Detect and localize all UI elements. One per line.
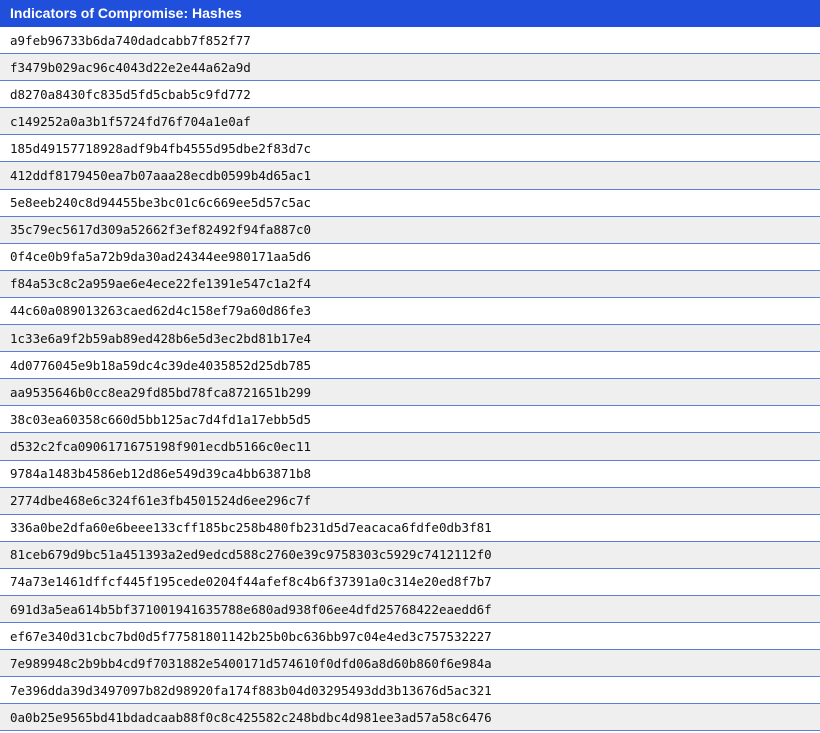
hash-value: ef67e340d31cbc7bd0d5f77581801142b25b0bc6… xyxy=(10,628,492,644)
panel-title: Indicators of Compromise: Hashes xyxy=(0,0,820,27)
list-item: 44c60a089013263caed62d4c158ef79a60d86fe3 xyxy=(0,297,820,326)
hash-value: 74a73e1461dffcf445f195cede0204f44afef8c4… xyxy=(10,574,492,590)
list-item: 691d3a5ea614b5bf371001941635788e680ad938… xyxy=(0,595,820,624)
list-item: a9feb96733b6da740dadcabb7f852f77 xyxy=(0,27,820,55)
hash-value: d8270a8430fc835d5fd5cbab5c9fd772 xyxy=(10,86,251,102)
list-item: f3479b029ac96c4043d22e2e44a62a9d xyxy=(0,54,820,82)
hash-value: 0a0b25e9565bd41bdadcaab88f0c8c425582c248… xyxy=(10,709,492,725)
hash-list: a9feb96733b6da740dadcabb7f852f77 f3479b02… xyxy=(0,27,820,732)
list-item: 1c33e6a9f2b59ab89ed428b6e5d3ec2bd81b17e4 xyxy=(0,325,820,353)
list-item: 7e396dda39d3497097b82d98920fa174f883b04d… xyxy=(0,677,820,705)
list-item: 2774dbe468e6c324f61e3fb4501524d6ee296c7f xyxy=(0,487,820,515)
list-item: ef67e340d31cbc7bd0d5f77581801142b25b0bc6… xyxy=(0,623,820,651)
list-item: 74a73e1461dffcf445f195cede0204f44afef8c4… xyxy=(0,568,820,596)
list-item: aa9535646b0cc8ea29fd85bd78fca8721651b299 xyxy=(0,379,820,407)
list-item: 336a0be2dfa60e6beee133cff185bc258b480fb2… xyxy=(0,514,820,542)
list-item: 9784a1483b4586eb12d86e549d39ca4bb63871b8 xyxy=(0,460,820,488)
list-item: 0f4ce0b9fa5a72b9da30ad24344ee980171aa5d6 xyxy=(0,243,820,271)
hash-value: 7e396dda39d3497097b82d98920fa174f883b04d… xyxy=(10,682,492,698)
hash-value: 0f4ce0b9fa5a72b9da30ad24344ee980171aa5d6 xyxy=(10,249,312,265)
hash-value: f3479b029ac96c4043d22e2e44a62a9d xyxy=(10,59,251,75)
hash-value: f84a53c8c2a959ae6e4ece22fe1391e547c1a2f4 xyxy=(10,276,312,292)
hash-value: 5e8eeb240c8d94455be3bc01c6c669ee5d57c5ac xyxy=(10,195,312,211)
hash-value: 7e989948c2b9bb4cd9f7031882e5400171d57461… xyxy=(10,655,492,671)
ioc-hashes-panel: Indicators of Compromise: Hashes a9feb96… xyxy=(0,0,820,733)
list-item: 4d0776045e9b18a59dc4c39de4035852d25db785 xyxy=(0,352,820,380)
hash-value: 336a0be2dfa60e6beee133cff185bc258b480fb2… xyxy=(10,520,492,536)
hash-value: 35c79ec5617d309a52662f3ef82492f94fa887c0 xyxy=(10,222,312,238)
hash-value: a9feb96733b6da740dadcabb7f852f77 xyxy=(10,32,251,48)
list-item: 5e8eeb240c8d94455be3bc01c6c669ee5d57c5ac xyxy=(0,189,820,217)
hash-value: aa9535646b0cc8ea29fd85bd78fca8721651b299 xyxy=(10,384,312,400)
list-item: 185d49157718928adf9b4fb4555d95dbe2f83d7c xyxy=(0,135,820,163)
list-item: c149252a0a3b1f5724fd76f704a1e0af xyxy=(0,108,820,136)
hash-value: 4d0776045e9b18a59dc4c39de4035852d25db785 xyxy=(10,357,312,373)
hash-value: 38c03ea60358c660d5bb125ac7d4fd1a17ebb5d5 xyxy=(10,411,312,427)
hash-value: 9784a1483b4586eb12d86e549d39ca4bb63871b8 xyxy=(10,466,312,482)
list-item: d532c2fca0906171675198f901ecdb5166c0ec11 xyxy=(0,433,820,461)
hash-value: c149252a0a3b1f5724fd76f704a1e0af xyxy=(10,113,251,129)
list-item: 412ddf8179450ea7b07aaa28ecdb0599b4d65ac1 xyxy=(0,162,820,190)
hash-value: 44c60a089013263caed62d4c158ef79a60d86fe3 xyxy=(10,303,312,319)
hash-value: 185d49157718928adf9b4fb4555d95dbe2f83d7c xyxy=(10,140,312,156)
list-item: 35c79ec5617d309a52662f3ef82492f94fa887c0 xyxy=(0,216,820,244)
list-item: f84a53c8c2a959ae6e4ece22fe1391e547c1a2f4 xyxy=(0,270,820,298)
hash-value: 2774dbe468e6c324f61e3fb4501524d6ee296c7f xyxy=(10,493,312,509)
list-item: 0a0b25e9565bd41bdadcaab88f0c8c425582c248… xyxy=(0,704,820,732)
hash-value: d532c2fca0906171675198f901ecdb5166c0ec11 xyxy=(10,438,312,454)
list-item: 81ceb679d9bc51a451393a2ed9edcd588c2760e3… xyxy=(0,541,820,569)
list-item: d8270a8430fc835d5fd5cbab5c9fd772 xyxy=(0,81,820,109)
list-item: 38c03ea60358c660d5bb125ac7d4fd1a17ebb5d5 xyxy=(0,406,820,434)
hash-value: 412ddf8179450ea7b07aaa28ecdb0599b4d65ac1 xyxy=(10,168,312,184)
hash-value: 81ceb679d9bc51a451393a2ed9edcd588c2760e3… xyxy=(10,547,492,563)
hash-value: 1c33e6a9f2b59ab89ed428b6e5d3ec2bd81b17e4 xyxy=(10,330,312,346)
list-item: 7e989948c2b9bb4cd9f7031882e5400171d57461… xyxy=(0,650,820,678)
hash-value: 691d3a5ea614b5bf371001941635788e680ad938… xyxy=(10,601,492,617)
